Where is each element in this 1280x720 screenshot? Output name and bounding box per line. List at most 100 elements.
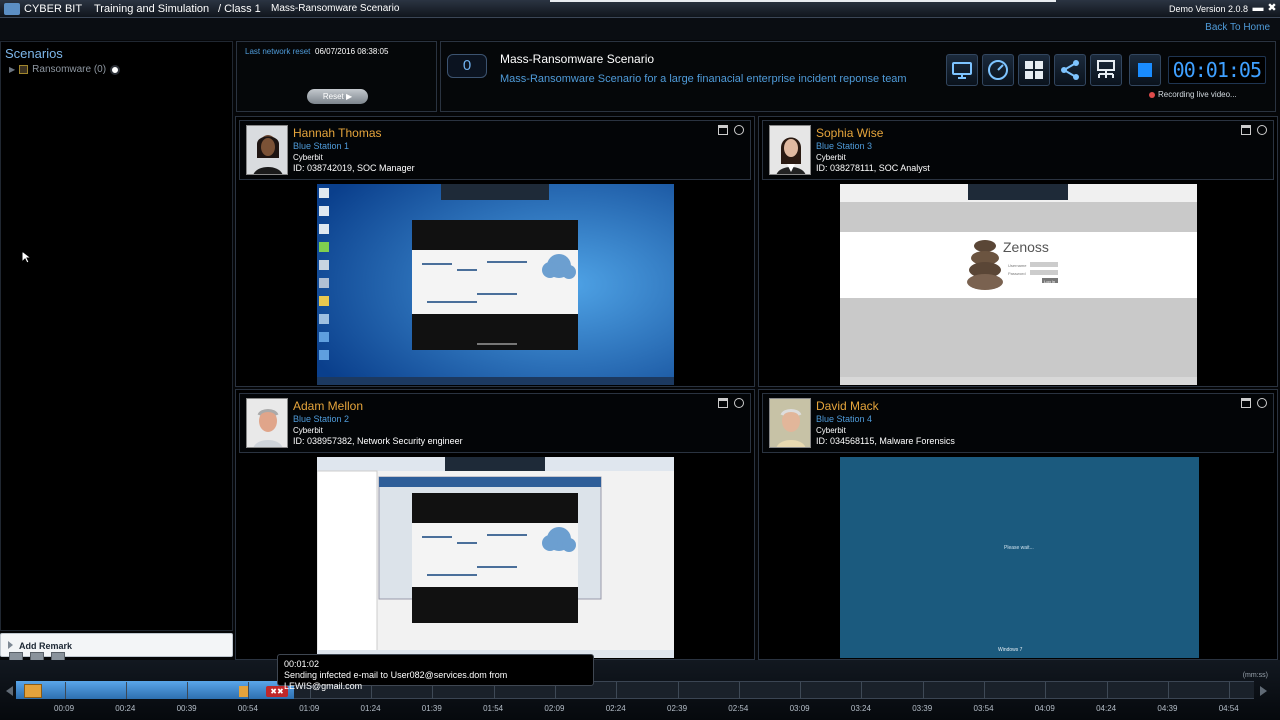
participant-name: David Mack <box>816 399 879 413</box>
tick-label: 00:24 <box>115 704 136 713</box>
scenarios-panel: Scenarios ▶ Ransomware (0) <box>0 41 233 631</box>
participant-id: ID: 038278111, SOC Analyst <box>816 163 930 173</box>
scenario-info-panel: 0 Mass-Ransomware Scenario Mass-Ransomwa… <box>440 41 1276 112</box>
event-marker-icon[interactable] <box>239 686 248 697</box>
tooltip-time: 00:01:02 <box>284 659 320 669</box>
elapsed-timer: 00:01:05 <box>1168 56 1266 84</box>
maximize-icon[interactable] <box>718 125 728 135</box>
stop-button[interactable] <box>1129 54 1161 86</box>
avatar <box>769 125 811 175</box>
tooltip-text: Sending infected e-mail to User082@servi… <box>284 670 508 691</box>
participant-name: Hannah Thomas <box>293 126 382 140</box>
tick-line <box>922 682 924 699</box>
timeline-next-icon[interactable] <box>1260 686 1267 696</box>
tick-line <box>1045 682 1047 699</box>
tick-line <box>187 682 189 699</box>
station-label: Blue Station 2 <box>293 414 350 424</box>
app-name: CYBER BIT <box>24 3 83 15</box>
station-label: Blue Station 4 <box>816 414 873 424</box>
station-header: David Mack Blue Station 4 Cyberbit ID: 0… <box>762 393 1274 453</box>
dashboard-button[interactable] <box>982 54 1014 86</box>
participant-name: Sophia Wise <box>816 126 884 140</box>
organization-label: Cyberbit <box>816 426 846 435</box>
station-screen[interactable] <box>317 184 674 385</box>
maximize-icon[interactable] <box>1241 398 1251 408</box>
scenario-folder-icon <box>19 65 29 74</box>
breadcrumb-scenario: Mass-Ransomware Scenario <box>271 3 400 14</box>
zoom-icon[interactable] <box>734 398 744 408</box>
scenario-description: Mass-Ransomware Scenario for a large fin… <box>500 73 907 85</box>
recording-dot-icon <box>1149 91 1155 98</box>
monitor-icon <box>952 62 972 79</box>
share-network-icon <box>1061 60 1079 80</box>
record-toggle-icon[interactable] <box>110 64 121 75</box>
station-header: Hannah Thomas Blue Station 1 Cyberbit ID… <box>239 120 751 180</box>
avatar <box>769 398 811 448</box>
tick-label: 02:39 <box>667 704 688 713</box>
reset-button-label: Reset <box>322 92 344 101</box>
recording-label: Recording live video... <box>1158 90 1237 99</box>
tick-line <box>800 682 802 699</box>
station-screen[interactable]: Zenoss Username Password Log In <box>840 184 1197 385</box>
timeline-folder-icon[interactable] <box>24 684 42 698</box>
tick-label: 04:39 <box>1157 704 1178 713</box>
station-screen[interactable]: Please wait... Windows 7 <box>840 457 1199 658</box>
tick-line <box>677 682 679 699</box>
tick-label: 01:24 <box>360 704 381 713</box>
event-tooltip: 00:01:02 Sending infected e-mail to User… <box>277 654 594 691</box>
minimize-button[interactable]: ▬ <box>1252 2 1264 14</box>
organization-label: Cyberbit <box>816 153 846 162</box>
network-reset-panel: Last network reset 06/07/2016 08:38:05 R… <box>236 41 437 112</box>
tick-label: 00:39 <box>176 704 197 713</box>
zoom-icon[interactable] <box>1257 125 1267 135</box>
station-header: Sophia Wise Blue Station 3 Cyberbit ID: … <box>762 120 1274 180</box>
organization-label: Cyberbit <box>293 153 323 162</box>
tick-line <box>738 682 740 699</box>
reset-button[interactable]: Reset ▶ <box>307 89 368 104</box>
zenoss-brand: Zenoss <box>1003 239 1049 255</box>
station-panel: Sophia Wise Blue Station 3 Cyberbit ID: … <box>758 116 1278 387</box>
please-wait-text: Please wait... <box>1004 545 1034 551</box>
tick-line <box>616 682 618 699</box>
tick-label: 02:54 <box>728 704 749 713</box>
maximize-icon[interactable] <box>718 398 728 408</box>
station-label: Blue Station 1 <box>293 141 350 151</box>
tree-item-label: Ransomware (0) <box>32 64 107 75</box>
zoom-icon[interactable] <box>1257 398 1267 408</box>
recording-indicator: Recording live video... <box>1149 90 1237 99</box>
avatar <box>246 398 288 448</box>
grid-view-button[interactable] <box>1018 54 1050 86</box>
tick-label: 03:54 <box>973 704 994 713</box>
class-label: / Class 1 <box>218 3 261 15</box>
app-logo-icon <box>4 3 20 15</box>
network-view-button[interactable] <box>1054 54 1086 86</box>
zenoss-password-label: Password <box>1008 271 1026 276</box>
maximize-icon[interactable] <box>1241 125 1251 135</box>
expand-arrow-icon <box>8 641 13 649</box>
station-screen[interactable] <box>317 457 674 658</box>
close-button[interactable]: ✖ <box>1266 2 1278 14</box>
add-remark-label: Add Remark <box>19 641 73 651</box>
topology-button[interactable] <box>1090 54 1122 86</box>
mouse-cursor-icon <box>21 250 31 264</box>
back-to-home-link[interactable]: Back To Home <box>1205 22 1270 33</box>
tick-label: 02:09 <box>544 704 565 713</box>
windows-logo-text: Windows 7 <box>998 647 1023 653</box>
tick-label: 04:24 <box>1096 704 1117 713</box>
timeline-prev-icon[interactable] <box>6 686 13 696</box>
monitor-view-button[interactable] <box>946 54 978 86</box>
tick-line <box>1167 682 1169 699</box>
last-reset-label: Last network reset <box>245 47 311 56</box>
zoom-icon[interactable] <box>734 125 744 135</box>
tick-line <box>861 682 863 699</box>
expand-arrow-icon[interactable]: ▶ <box>9 65 15 74</box>
tick-label: 03:24 <box>850 704 871 713</box>
event-counter: 0 <box>447 54 487 78</box>
tree-item-ransomware[interactable]: ▶ Ransomware (0) <box>9 64 121 75</box>
organization-label: Cyberbit <box>293 426 323 435</box>
tick-label: 03:09 <box>789 704 810 713</box>
zenoss-login-button: Log In <box>1044 279 1056 284</box>
sub-bar: Back To Home <box>0 18 1280 40</box>
station-panel: David Mack Blue Station 4 Cyberbit ID: 0… <box>758 389 1278 660</box>
app-section: Training and Simulation <box>94 3 210 15</box>
